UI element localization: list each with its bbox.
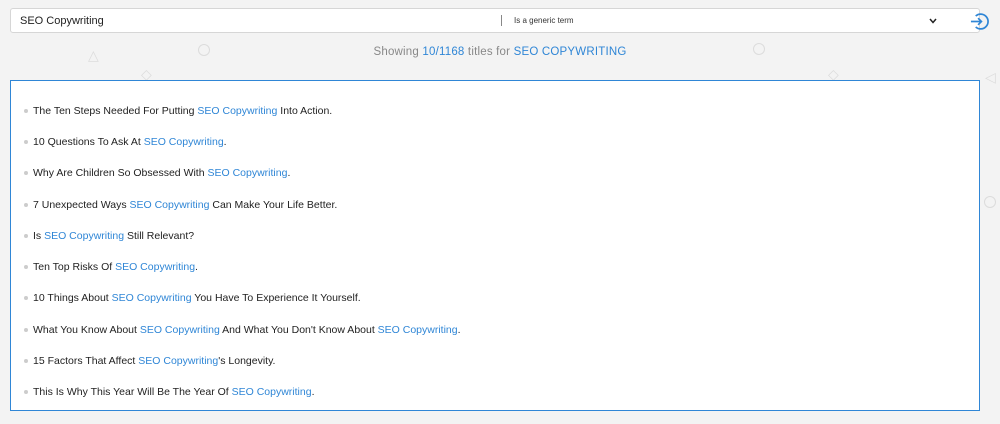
result-text: And What You Don't Know About: [219, 323, 378, 336]
bullet-icon: [24, 202, 28, 207]
result-text: Is: [33, 229, 45, 242]
result-text: .: [195, 261, 198, 274]
term-type-value: Is a generic term: [514, 16, 574, 25]
summary-middle: titles for: [464, 46, 514, 58]
results-count: 10/1168: [422, 46, 465, 58]
result-item[interactable]: The Ten Steps Needed For Putting SEO Cop…: [11, 95, 979, 126]
result-item[interactable]: What You Know About SEO Copywriting And …: [11, 314, 979, 345]
bg-diamond-shape: ◇: [828, 66, 839, 82]
bullet-icon: [24, 327, 28, 332]
result-text: Can Make Your Life Better.: [209, 198, 338, 211]
bg-triangle-shape: ◁: [985, 69, 996, 85]
bullet-icon: [24, 265, 28, 270]
result-keyword: SEO Copywriting: [143, 135, 224, 148]
results-panel: The Ten Steps Needed For Putting SEO Cop…: [10, 80, 980, 411]
arrow-right-circle-icon[interactable]: [970, 12, 989, 31]
result-keyword: SEO Copywriting: [139, 323, 220, 336]
result-keyword: SEO Copywriting: [44, 229, 125, 242]
result-item[interactable]: Ten Top Risks Of SEO Copywriting.: [11, 251, 979, 282]
result-text: .: [223, 135, 227, 148]
result-text: 10 Things About: [33, 292, 112, 305]
term-type-select[interactable]: Is a generic term: [514, 9, 938, 32]
result-item[interactable]: Is SEO Copywriting Still Relevant?: [11, 220, 979, 251]
result-text: Into Action.: [277, 104, 333, 117]
result-title: The Ten Steps Needed For Putting SEO Cop…: [33, 105, 332, 117]
chevron-down-icon[interactable]: [928, 16, 938, 26]
summary-prefix: Showing: [373, 46, 423, 58]
result-title: Why Are Children So Obsessed With SEO Co…: [33, 167, 290, 179]
bg-circle-shape: [984, 196, 996, 208]
result-text: .: [457, 323, 461, 336]
bullet-icon: [24, 296, 28, 301]
result-title: 10 Questions To Ask At SEO Copywriting.: [33, 136, 227, 148]
result-keyword: SEO Copywriting: [129, 198, 210, 211]
result-title: 10 Things About SEO Copywriting You Have…: [33, 292, 361, 304]
result-text: The Ten Steps Needed For Putting: [33, 104, 198, 117]
result-item[interactable]: Why Are Children So Obsessed With SEO Co…: [11, 158, 979, 189]
result-text: .: [311, 386, 315, 399]
result-keyword: SEO Copywriting: [115, 261, 196, 274]
results-list: The Ten Steps Needed For Putting SEO Cop…: [11, 81, 979, 408]
bullet-icon: [24, 139, 28, 144]
search-bar: Is a generic term: [10, 8, 989, 33]
result-text: You Have To Experience It Yourself.: [191, 292, 361, 305]
result-keyword: SEO Copywriting: [138, 355, 219, 368]
result-text: This Is Why This Year Will Be The Year O…: [33, 386, 232, 399]
result-title: This Is Why This Year Will Be The Year O…: [33, 386, 315, 398]
result-text: .: [287, 167, 291, 180]
result-title: What You Know About SEO Copywriting And …: [33, 324, 461, 336]
result-title: Ten Top Risks Of SEO Copywriting.: [33, 261, 198, 273]
bullet-icon: [24, 171, 28, 176]
result-item[interactable]: 10 Things About SEO Copywriting You Have…: [11, 283, 979, 314]
bullet-icon: [24, 390, 28, 395]
result-item[interactable]: 10 Questions To Ask At SEO Copywriting.: [11, 126, 979, 157]
result-item[interactable]: 7 Unexpected Ways SEO Copywriting Can Ma…: [11, 189, 979, 220]
result-item[interactable]: 15 Factors That Affect SEO Copywriting's…: [11, 345, 979, 376]
result-text: 's Longevity.: [218, 355, 276, 368]
result-text: Why Are Children So Obsessed With: [33, 167, 208, 180]
search-input[interactable]: [11, 9, 491, 32]
result-title: 7 Unexpected Ways SEO Copywriting Can Ma…: [33, 199, 337, 211]
result-text: 7 Unexpected Ways: [33, 198, 130, 211]
result-text: Ten Top Risks Of: [33, 261, 116, 274]
summary-keyword: SEO COPYWRITING: [513, 46, 627, 58]
bg-diamond-shape: ◇: [141, 66, 152, 82]
submit-button[interactable]: [968, 10, 990, 32]
result-keyword: SEO Copywriting: [111, 292, 192, 305]
result-title: 15 Factors That Affect SEO Copywriting's…: [33, 355, 275, 367]
bullet-icon: [24, 233, 28, 238]
result-keyword: SEO Copywriting: [231, 386, 312, 399]
result-text: What You Know About: [33, 323, 140, 336]
bullet-icon: [24, 359, 28, 364]
results-summary: Showing 10/1168 titles for SEO COPYWRITI…: [0, 46, 1000, 58]
result-keyword: SEO Copywriting: [197, 104, 278, 117]
result-text: 15 Factors That Affect: [33, 355, 139, 368]
bullet-icon: [24, 108, 28, 113]
result-text: 10 Questions To Ask At: [33, 135, 144, 148]
result-title: Is SEO Copywriting Still Relevant?: [33, 230, 194, 242]
result-keyword: SEO Copywriting: [377, 323, 458, 336]
result-text: Still Relevant?: [124, 229, 195, 242]
result-keyword: SEO Copywriting: [207, 167, 288, 180]
result-item[interactable]: This Is Why This Year Will Be The Year O…: [11, 377, 979, 408]
search-divider: [501, 15, 502, 26]
